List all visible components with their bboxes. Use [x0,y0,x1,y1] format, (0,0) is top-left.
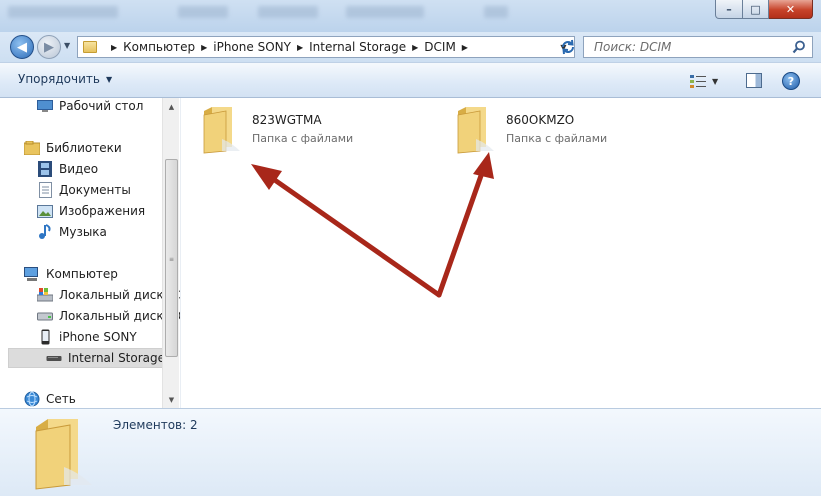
breadcrumb-separator-icon[interactable]: ▶ [201,43,207,52]
phone-icon [37,329,53,345]
music-icon [37,224,53,240]
sidebar-item-label: Библиотеки [46,141,122,155]
sidebar-item-label: iPhone SONY [59,330,137,344]
grip-icon: ≡ [169,256,175,263]
pictures-icon [37,203,53,219]
folder-type: Папка с файлами [506,132,608,145]
organize-label: Упорядочить [18,72,100,86]
preview-pane-button[interactable] [746,73,762,88]
address-row: ◀ ▶ ▼ ▶ Компьютер ▶ iPhone SONY ▶ Intern… [0,32,821,62]
arrow-left-icon: ◀ [17,39,27,55]
folder-icon [457,107,494,154]
window-controls: – □ ✕ [715,0,813,19]
breadcrumb-separator-icon[interactable]: ▶ [297,43,303,52]
search-box[interactable] [583,36,813,58]
forward-button[interactable]: ▶ [37,35,61,59]
chevron-down-icon: ▼ [712,76,719,86]
sidebar-item-drive-c[interactable]: Локальный диск (C [37,285,180,305]
sidebar-item-computer[interactable]: Компьютер [24,264,118,284]
sidebar-item-label: Видео [59,162,99,176]
documents-icon [37,182,53,198]
sidebar-item-desktop[interactable]: Рабочий стол [37,98,143,116]
breadcrumb-separator-icon[interactable]: ▶ [462,43,468,52]
minimize-button[interactable]: – [715,0,743,19]
desktop-icon [37,98,53,114]
help-icon: ? [787,74,795,88]
scrollbar-thumb[interactable]: ≡ [165,159,178,357]
command-bar: Упорядочить ▼ ▼ ? [0,62,821,98]
drive-icon [37,308,53,324]
maximize-button[interactable]: □ [743,0,769,19]
folder-name: 860OKMZO [506,113,575,127]
title-bar: – □ ✕ [0,0,821,32]
chevron-up-icon: ▲ [168,102,175,111]
system-drive-icon [37,287,53,303]
sidebar-item-music[interactable]: Музыка [37,222,107,242]
annotation-arrow-left [251,164,442,298]
sidebar-item-label: Музыка [59,225,107,239]
search-input[interactable] [594,40,794,54]
computer-icon [24,266,40,282]
sidebar-item-video[interactable]: Видео [37,159,98,179]
folder-item-860okmzo[interactable]: 860OKMZO Папка с файлами [452,103,607,155]
refresh-button[interactable] [557,36,579,58]
sidebar-item-label: Компьютер [46,267,118,281]
sidebar-item-label: Изображения [59,204,146,218]
breadcrumb-item-internal-storage[interactable]: Internal Storage [309,40,406,54]
sidebar-item-internal-storage[interactable]: Internal Storage [8,348,166,368]
sidebar-item-iphone-sony[interactable]: iPhone SONY [37,327,137,347]
sidebar-item-pictures[interactable]: Изображения [37,201,145,221]
breadcrumb-item-computer[interactable]: Компьютер [123,40,195,54]
sidebar-item-documents[interactable]: Документы [37,180,131,200]
blurred-menu-bar [0,6,560,22]
navigation-pane: Рабочий стол Библиотеки Видео Документы … [0,98,180,408]
libraries-icon [24,140,40,156]
refresh-icon [562,39,574,55]
item-count: Элементов: 2 [113,418,198,432]
search-icon[interactable] [792,40,806,54]
folder-name: 823WGTMA [252,113,322,127]
navigation-scrollbar[interactable]: ▲ ≡ ▼ [162,98,179,408]
breadcrumb-item-dcim[interactable]: DCIM [424,40,456,54]
chevron-down-icon: ▼ [168,395,175,404]
back-button[interactable]: ◀ [10,35,34,59]
sidebar-item-network[interactable]: Сеть [24,389,76,408]
organize-button[interactable]: Упорядочить ▼ [18,72,112,86]
sidebar-item-libraries[interactable]: Библиотеки [24,138,122,158]
details-pane: Элементов: 2 [0,408,821,496]
folder-icon [35,419,92,490]
folder-icon [203,107,240,154]
breadcrumb-separator-icon[interactable]: ▶ [111,43,117,52]
sidebar-item-label: Рабочий стол [59,99,144,113]
folder-type: Папка с файлами [252,132,354,145]
breadcrumb-item-iphone[interactable]: iPhone SONY [213,40,291,54]
storage-icon [46,350,62,366]
change-view-button[interactable]: ▼ [690,72,724,90]
chevron-down-icon: ▼ [64,41,71,50]
chevron-down-icon: ▼ [105,74,113,84]
folder-icon [83,41,97,53]
sidebar-item-drive-d[interactable]: Локальный диск (D [37,306,180,326]
help-button[interactable]: ? [782,72,800,90]
folder-item-823wgtma[interactable]: 823WGTMA Папка с файлами [198,103,353,155]
arrow-right-icon: ▶ [44,39,54,55]
sidebar-item-label: Документы [59,183,131,197]
sidebar-item-label: Сеть [46,392,76,406]
sidebar-item-label: Internal Storage [68,351,166,365]
breadcrumb[interactable]: ▶ Компьютер ▶ iPhone SONY ▶ Internal Sto… [77,36,553,58]
breadcrumb-separator-icon[interactable]: ▶ [412,43,418,52]
annotation-arrow-right [436,152,494,298]
scroll-up-button[interactable]: ▲ [163,98,180,115]
view-options-icon [690,75,706,88]
close-button[interactable]: ✕ [769,0,813,19]
recent-pages-button[interactable]: ▼ [64,41,70,50]
video-icon [37,161,53,177]
file-list-area: 823WGTMA Папка с файлами 860OKMZO Папка … [180,98,821,408]
network-icon [24,391,40,407]
scroll-down-button[interactable]: ▼ [163,391,180,408]
